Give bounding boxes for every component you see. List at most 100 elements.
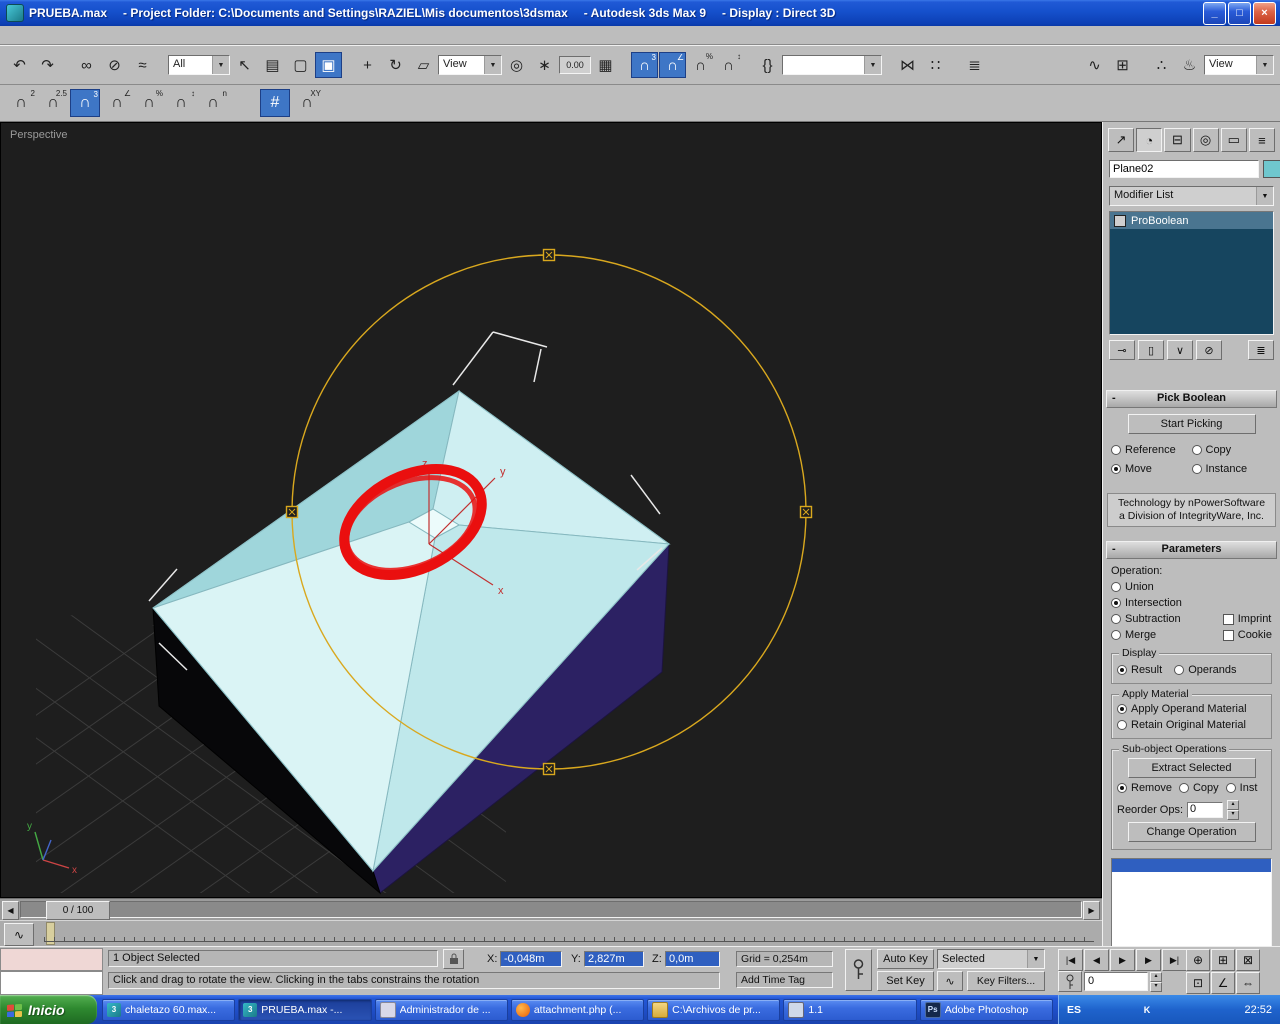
frame-spinner[interactable]: ▴ ▾ [1150,971,1162,992]
plane02-object[interactable] [152,389,671,895]
extract-selected-button[interactable]: Extract Selected [1127,758,1256,778]
clock[interactable]: 22:52 [1244,1004,1272,1016]
minimize-button[interactable]: _ [1203,1,1226,25]
select-and-scale-icon[interactable]: ▱ ▼ [410,52,437,78]
x-coordinate-field[interactable]: -0,048m [500,951,562,967]
spinner-snap-toggle-icon[interactable]: ∩ ↕ ▼ [715,52,742,78]
radio-option[interactable]: Reference [1111,442,1192,458]
time-slider-bar[interactable]: ◀ 0 / 100 ▶ [0,898,1102,920]
select-and-rotate-icon[interactable]: ↻ ▼ [382,52,409,78]
render-setup-icon[interactable]: ♨ ▼ [1176,52,1203,78]
zoom-extents-icon[interactable]: ⊠ [1236,949,1260,971]
pin-stack-icon[interactable]: ⊸ [1109,340,1135,360]
spinner-up-icon[interactable]: ▴ [1150,971,1162,982]
volume-icon[interactable] [1104,1003,1118,1017]
radio-option[interactable]: Result [1117,662,1162,678]
make-unique-icon[interactable]: ∨ [1167,340,1193,360]
radio-option[interactable]: Remove [1117,780,1172,796]
radio-option[interactable]: Union [1111,579,1272,595]
previous-frame-arrow[interactable]: ◀ [2,901,19,920]
hierarchy-tab[interactable]: ⊟ [1164,128,1191,152]
window-crossing-toggle-icon[interactable]: ▣ ▼ [315,52,342,78]
pan-icon[interactable]: ⇔ [1236,972,1260,994]
spinner-down-icon[interactable]: ▾ [1227,810,1240,820]
radio-option[interactable]: Apply Operand Material [1117,701,1266,717]
zoom-all-icon[interactable]: ⊞ [1211,949,1235,971]
taskbar-item[interactable]: 3 PRUEBA.max -... [238,998,372,1021]
selection-filter-dropdown[interactable]: All ▼ [168,55,230,75]
spinner-snap-value-display[interactable]: 0.00 ▼ [559,56,591,74]
reference-coordinate-system-dropdown[interactable]: View ▼ [438,55,502,75]
use-pivot-point-center-icon[interactable]: ◎ ▼ [503,52,530,78]
select-and-move-icon[interactable]: + ▼ [354,52,381,78]
maxscript-mini-listener-macro[interactable] [0,948,103,971]
viewport-canvas[interactable]: z y x x y Perspective [1,123,1101,897]
radio-option[interactable]: Copy [1178,780,1219,796]
dropdown-arrow-icon[interactable]: ▼ [1256,56,1273,74]
radio-option[interactable]: Retain Original Material [1117,717,1266,733]
remove-modifier-icon[interactable]: ⊘ [1196,340,1222,360]
radio-option[interactable]: Operands [1174,662,1237,678]
operand-list[interactable] [1111,858,1272,960]
time-slider-track[interactable] [20,901,1082,918]
perspective-viewport[interactable]: z y x x y Perspective [0,122,1102,898]
snap-named-icon[interactable]: ∩ n [198,89,228,117]
set-key-button[interactable]: Set Key [877,971,934,991]
snap-25d-toggle-icon[interactable]: ∩ 2.5 [38,89,68,117]
taskbar-item[interactable]: Administrador de ... [374,998,508,1021]
taskbar-item[interactable]: Ps Adobe Photoshop [919,998,1053,1021]
named-selection-sets-dropdown[interactable]: ▼ [782,55,882,75]
go-to-start-button[interactable]: |◀ [1058,949,1083,971]
angle-snap-toggle-icon[interactable]: ∩ ∠ ▼ [659,52,686,78]
bind-to-space-warp-icon[interactable]: ≈ ▼ [129,52,156,78]
curve-editor-icon[interactable]: ∿ ▼ [1081,52,1108,78]
show-end-result-icon[interactable]: ▯ [1138,340,1164,360]
zoom-region-icon[interactable]: ⊡ [1186,972,1210,994]
previous-frame-button[interactable]: ◀ [1084,949,1109,971]
open-mini-curve-editor-button[interactable]: ∿ [4,923,34,946]
axis-constraint-xy-icon[interactable]: ∩ XY [292,89,322,117]
current-frame-field[interactable]: 0 [1084,972,1148,991]
spinner-down-icon[interactable]: ▾ [1150,981,1162,992]
select-and-manipulate-icon[interactable]: ∗ ▼ [531,52,558,78]
key-selection-filter-dropdown[interactable]: Selected ▼ [937,949,1045,969]
radio-option[interactable]: Intersection [1111,595,1272,611]
rectangular-selection-region-icon[interactable]: ▢ ▼ [287,52,314,78]
next-frame-button[interactable]: ▶ [1136,949,1161,971]
checkbox-option[interactable]: Cookie [1222,627,1272,643]
align-icon[interactable]: ∷ ▼ [922,52,949,78]
unlink-selection-icon[interactable]: ⊘ ▼ [101,52,128,78]
radio-option[interactable]: Inst [1225,780,1257,796]
time-slider-button[interactable]: 0 / 100 [46,901,110,920]
percent-snap-toggle-icon[interactable]: ∩ % ▼ [687,52,714,78]
set-keys-button[interactable] [845,949,872,991]
field-of-view-icon[interactable]: ∠ [1211,972,1235,994]
rollout-collapse-icon[interactable]: - [1112,542,1116,557]
add-time-tag-field[interactable]: Add Time Tag [736,972,833,988]
spinner-up-icon[interactable]: ▴ [1227,800,1240,810]
snap-2d-toggle-icon[interactable]: ∩ 2 [6,89,36,117]
close-button[interactable]: × [1253,1,1276,25]
operand-list-item[interactable] [1112,859,1271,872]
edit-named-selection-sets-icon[interactable]: {} ▼ [754,52,781,78]
snap-angle-icon[interactable]: ∩ ∠ [102,89,132,117]
window-titlebar[interactable]: PRUEBA.max - Project Folder: C:\Document… [0,0,1280,26]
configure-modifier-sets-icon[interactable]: ≣ [1248,340,1274,360]
snap-3d-toggle-icon[interactable]: ∩ 3 [70,89,100,117]
operand-list-item[interactable] [1112,898,1271,911]
antivirus-icon[interactable]: K [1140,1003,1154,1017]
checkbox-option[interactable]: Imprint [1222,611,1272,627]
dropdown-arrow-icon[interactable]: ▼ [212,56,229,74]
display-tab[interactable]: ▭ [1220,128,1247,152]
snap-percent-icon[interactable]: ∩ % [134,89,164,117]
pick-boolean-rollout-header[interactable]: - Pick Boolean [1106,390,1277,408]
mirror-icon[interactable]: ⋈ ▼ [894,52,921,78]
start-picking-button[interactable]: Start Picking [1127,414,1256,434]
modify-tab[interactable]: ◔ [1136,128,1163,152]
dropdown-arrow-icon[interactable]: ▼ [864,56,881,74]
modifier-stack-item[interactable]: ProBoolean [1110,212,1273,229]
dropdown-arrow-icon[interactable]: ▼ [1027,950,1044,968]
change-operation-button[interactable]: Change Operation [1127,822,1256,842]
radio-option[interactable]: Copy [1191,442,1273,458]
play-button[interactable]: ▶ [1110,949,1135,971]
